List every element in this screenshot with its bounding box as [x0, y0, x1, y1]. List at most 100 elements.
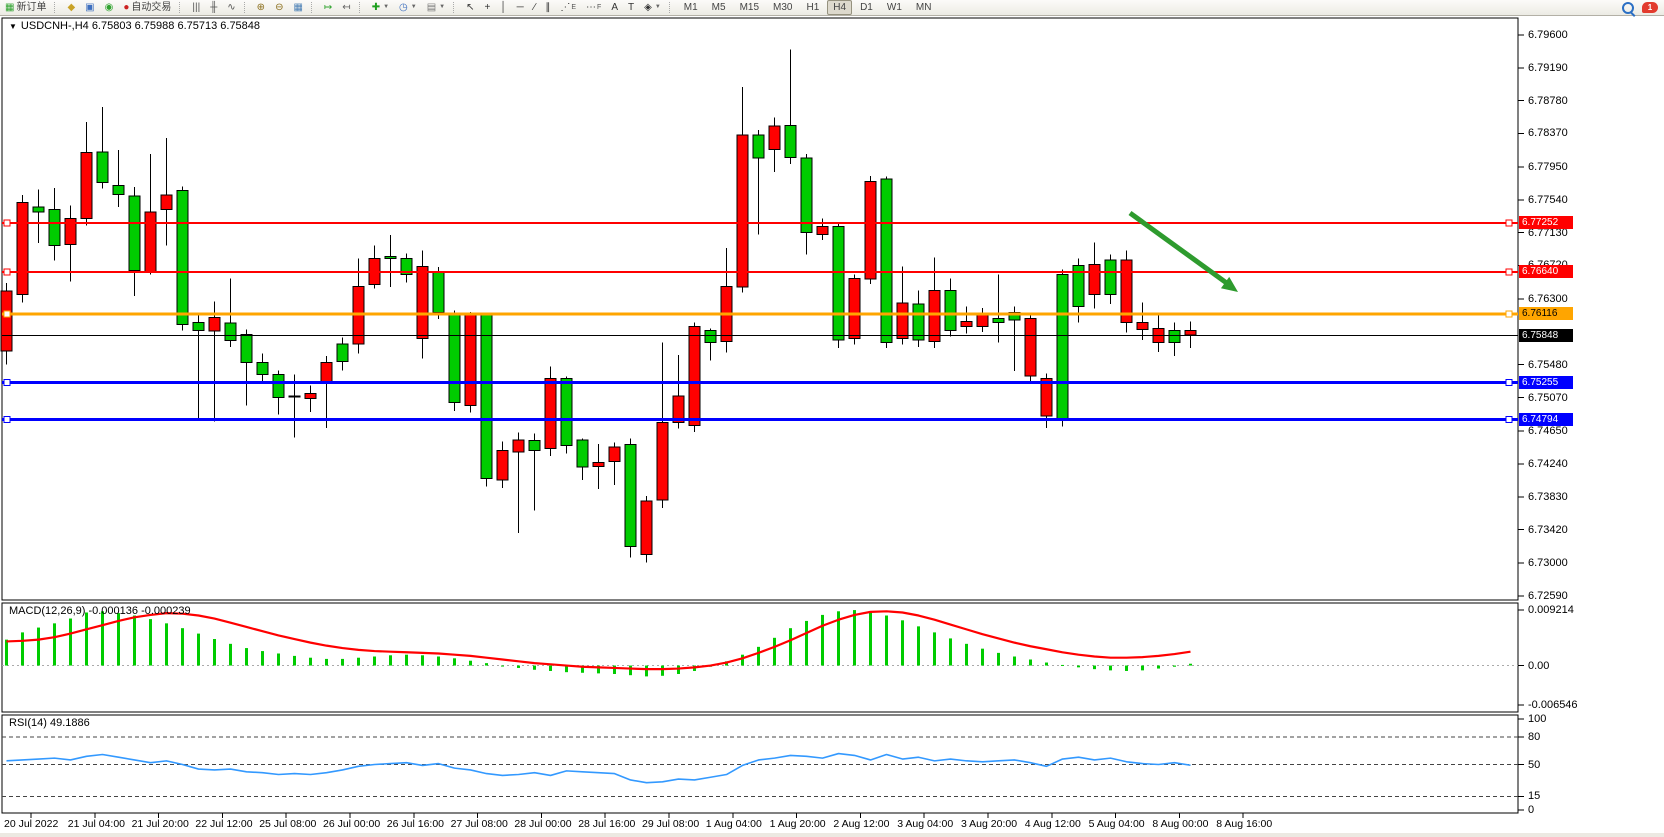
date-label: 29 Jul 08:00 — [642, 818, 699, 830]
price-tick-label: 6.77950 — [1528, 161, 1568, 173]
auto-scroll-button[interactable]: ↦ — [320, 0, 336, 15]
text-label-button[interactable]: T — [624, 0, 638, 15]
new-order-button[interactable]: ▦新订单 — [1, 0, 50, 15]
macd-hist-bar — [405, 655, 408, 666]
timeframe-button-m30[interactable]: M30 — [767, 0, 798, 15]
date-label: 21 Jul 20:00 — [132, 818, 189, 830]
macd-hist-bar — [1029, 660, 1032, 666]
auto-scroll-icon: ↦ — [324, 3, 332, 13]
auto-trading-button[interactable]: ●自动交易 — [119, 0, 175, 15]
price-tick-label: 6.73420 — [1528, 524, 1568, 536]
templates-button[interactable]: ▤▼ — [423, 0, 449, 15]
candle-body — [1057, 274, 1068, 420]
macd-hist-bar — [533, 666, 536, 670]
hline-anchor[interactable] — [1506, 220, 1512, 226]
text-label-icon: T — [628, 3, 634, 13]
timeframe-button-m1[interactable]: M1 — [678, 0, 704, 15]
macd-hist-bar — [277, 653, 280, 665]
candle-body — [17, 202, 28, 294]
macd-hist-bar — [949, 638, 952, 665]
notifications-badge[interactable]: 1 — [1642, 2, 1658, 13]
macd-hist-bar — [917, 626, 920, 665]
timeframe-button-h4[interactable]: H4 — [827, 0, 852, 15]
auto-trading-button-label: 自动交易 — [131, 2, 171, 13]
candle-body — [1137, 322, 1148, 329]
fibonacci-button[interactable]: ⋯F — [582, 0, 605, 15]
chart-shift-button[interactable]: ↤ — [338, 0, 354, 15]
macd-hist-bar — [773, 638, 776, 666]
candlestick-chart-button[interactable]: ╫ — [206, 0, 221, 15]
date-label: 8 Aug 00:00 — [1152, 818, 1208, 830]
hline-anchor[interactable] — [4, 417, 10, 423]
timeframe-button-m15[interactable]: M15 — [734, 0, 765, 15]
window-bottom-edge — [0, 833, 1664, 837]
auto-trading-icon: ● — [123, 3, 129, 13]
market-depth-button[interactable]: ◆ — [63, 0, 79, 15]
candle-body — [49, 209, 60, 245]
hline-anchor[interactable] — [1506, 417, 1512, 423]
hline-anchor[interactable] — [4, 220, 10, 226]
timeframe-button-d1[interactable]: D1 — [854, 0, 879, 15]
rsi-axis-label: 0 — [1528, 804, 1534, 816]
hline-anchor[interactable] — [1506, 311, 1512, 317]
crosshair-icon: + — [485, 3, 491, 13]
elliott-button[interactable]: ⋰E — [556, 0, 580, 15]
hline-anchor[interactable] — [1506, 380, 1512, 386]
trendline-button[interactable]: ∕ — [530, 0, 540, 15]
candle-body — [817, 226, 828, 234]
price-tick-label: 6.78370 — [1528, 127, 1568, 139]
macd-hist-bar — [613, 666, 616, 674]
chart-collapse-icon[interactable]: ▼ — [9, 22, 17, 31]
chart-title: ▼USDCNH-,H4 6.75803 6.75988 6.75713 6.75… — [9, 20, 260, 33]
candle-body — [241, 334, 252, 362]
candle-body — [881, 179, 892, 342]
clock-icon: ◷ — [399, 3, 408, 13]
candle-body — [145, 212, 156, 272]
hline-anchor[interactable] — [4, 380, 10, 386]
indicators-plus-icon: ✚ — [372, 3, 380, 13]
arrows-button[interactable]: ◈▼ — [640, 0, 665, 15]
hline-anchor[interactable] — [4, 311, 10, 317]
line-chart-button[interactable]: ∿ — [223, 0, 239, 15]
candle-body — [993, 318, 1004, 322]
candle-body — [737, 135, 748, 287]
crosshair-button[interactable]: + — [481, 0, 495, 15]
timeframe-button-w1[interactable]: W1 — [881, 0, 908, 15]
periods-button[interactable]: ◷▼ — [395, 0, 421, 15]
hline-anchor[interactable] — [4, 269, 10, 275]
macd-hist-bar — [1189, 664, 1192, 666]
zoom-out-button[interactable]: ⊖ — [271, 0, 287, 15]
macd-hist-bar — [485, 663, 488, 665]
hline-anchor[interactable] — [1506, 269, 1512, 275]
date-label: 21 Jul 04:00 — [68, 818, 125, 830]
macd-hist-bar — [469, 661, 472, 666]
vertical-line-button[interactable]: │ — [496, 0, 510, 15]
timeframe-button-h1[interactable]: H1 — [800, 0, 825, 15]
price-tick-label: 6.73000 — [1528, 557, 1568, 569]
chevron-down-icon: ▼ — [383, 2, 389, 13]
signals-button[interactable]: ◉ — [101, 0, 118, 15]
price-line-badge: 6.77252 — [1519, 216, 1573, 229]
macd-hist-bar — [357, 658, 360, 666]
text-button[interactable]: A — [607, 0, 622, 15]
terminal-button[interactable]: ▣ — [81, 0, 98, 15]
candle-body — [81, 153, 92, 219]
macd-hist-bar — [1013, 656, 1016, 665]
timeframe-button-mn[interactable]: MN — [910, 0, 938, 15]
indicators-button[interactable]: ✚▼ — [368, 0, 393, 15]
horizontal-line-button[interactable]: ─ — [513, 0, 528, 15]
bar-chart-icon: ||| — [192, 3, 200, 13]
tile-windows-button[interactable]: ▦ — [289, 0, 306, 15]
bar-chart-button[interactable]: ||| — [188, 0, 204, 15]
rsi-axis-label: 100 — [1528, 713, 1546, 725]
cursor-button[interactable]: ↖ — [462, 0, 478, 15]
candle-body — [705, 330, 716, 342]
zoom-in-button[interactable]: ⊕ — [253, 0, 269, 15]
candle-body — [1089, 265, 1100, 295]
search-icon[interactable] — [1622, 2, 1634, 14]
date-label: 26 Jul 00:00 — [323, 818, 380, 830]
macd-hist-bar — [1109, 666, 1112, 671]
channel-button[interactable]: ∥ — [541, 0, 554, 15]
timeframe-button-m5[interactable]: M5 — [706, 0, 732, 15]
macd-hist-bar — [1173, 666, 1176, 667]
